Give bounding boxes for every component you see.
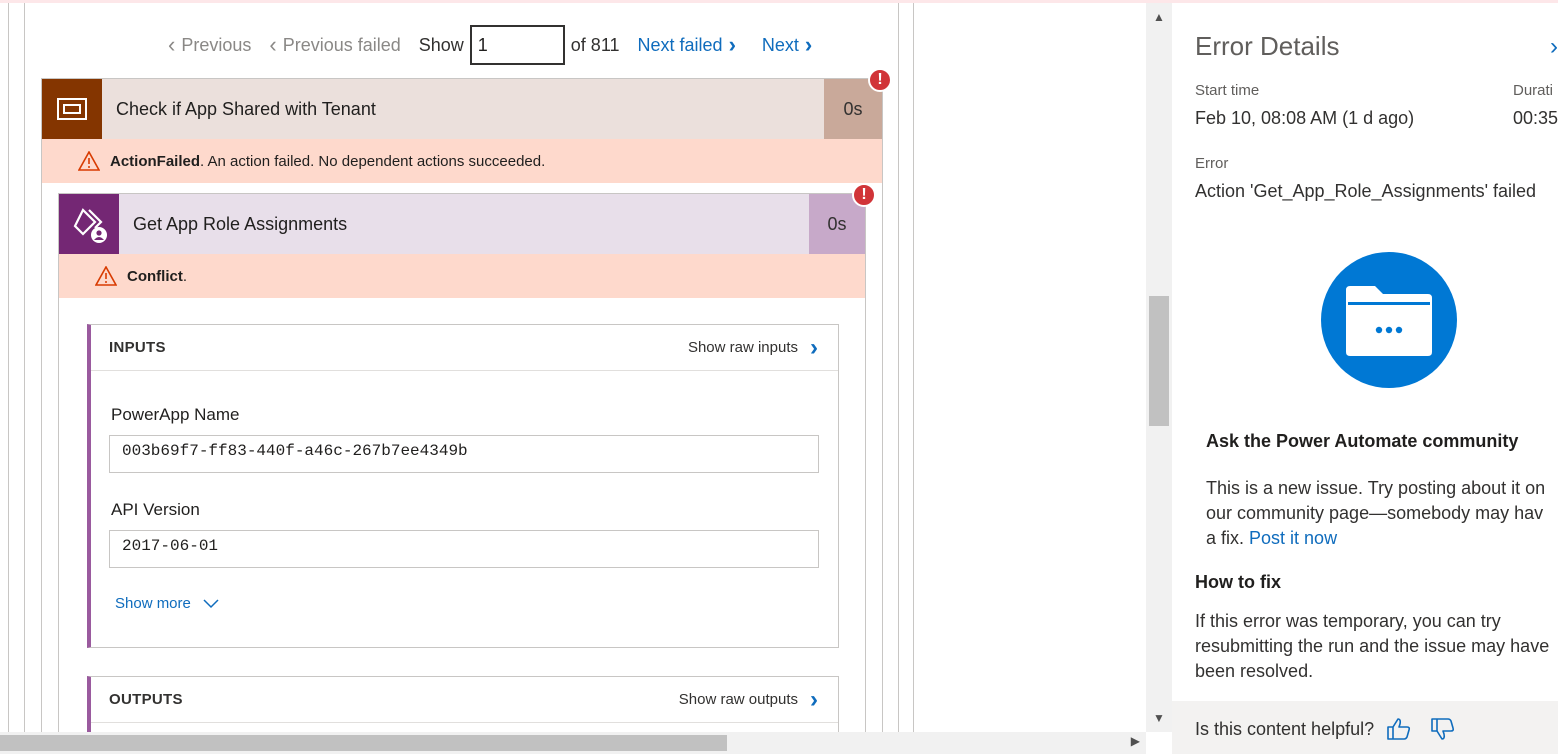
action-card-get-app-role-assignments: Get App Role Assignments 0s ! Conflict. … [58,183,876,732]
feedback-bar: Is this content helpful? [1172,701,1558,754]
error-code: Conflict [127,267,183,285]
divider [898,3,899,732]
powerapp-name-value[interactable]: 003b69f7-ff83-440f-a46c-267b7ee4349b [109,435,819,473]
error-badge-icon: ! [868,68,892,92]
outputs-title: OUTPUTS [109,691,183,708]
duration-label: Durati [1513,82,1554,99]
chevron-right-icon: › [804,32,813,57]
horizontal-scrollbar[interactable]: ▶ [0,732,1146,754]
scroll-right-icon[interactable]: ▶ [1131,734,1140,748]
next-failed-button[interactable]: Next failed › [638,34,736,56]
thumbs-down-icon[interactable] [1430,717,1456,741]
inputs-title: INPUTS [109,339,166,356]
action-title: Check if App Shared with Tenant [116,98,376,119]
start-time-label: Start time [1195,82,1260,99]
action-title: Get App Role Assignments [133,213,348,234]
panel-title: Error Details [1195,31,1340,61]
thumbs-up-icon[interactable] [1386,717,1412,741]
chevron-right-icon[interactable]: › [1550,33,1558,61]
scrollbar-thumb[interactable] [0,735,727,751]
error-details-panel: Error Details › Start time Durati Feb 10… [1172,3,1558,754]
show-raw-inputs-button[interactable]: Show raw inputs › [688,333,818,361]
error-banner: ActionFailed. An action failed. No depen… [42,139,882,183]
action-header[interactable]: Get App Role Assignments 0s [59,194,865,254]
chevron-left-icon: ‹ [269,32,277,57]
start-time-value: Feb 10, 08:08 AM (1 d ago) [1195,108,1415,128]
duration-value: 00:35 [1513,108,1558,128]
warning-icon [78,151,100,171]
scroll-up-icon[interactable]: ▲ [1146,6,1172,28]
field-label: PowerApp Name [111,405,240,424]
next-button[interactable]: Next › [762,34,812,56]
divider [24,3,25,732]
show-more-link[interactable]: Show more [115,595,219,612]
scroll-down-icon[interactable]: ▼ [1146,707,1172,729]
scrollbar-thumb[interactable] [1149,296,1169,426]
show-raw-outputs-button[interactable]: Show raw outputs › [679,685,818,713]
scope-icon [42,79,102,139]
previous-button[interactable]: ‹ Previous [168,34,251,56]
inputs-section: INPUTS Show raw inputs › PowerApp Name 0… [87,324,839,648]
error-label: Error [1195,155,1229,172]
folder-icon [1321,252,1457,388]
total-count: of 811 [570,34,620,55]
error-code: ActionFailed [110,152,201,170]
how-to-fix-heading: How to fix [1195,572,1281,592]
how-to-fix-text: If this error was temporary, you can try… [1195,611,1550,681]
divider [913,3,914,732]
error-message: . An action failed. No dependent actions… [200,152,546,170]
chevron-right-icon: › [810,333,818,361]
helpful-question: Is this content helpful? [1195,718,1375,739]
community-heading: Ask the Power Automate community [1206,431,1519,451]
chevron-right-icon: › [728,32,736,57]
chevron-left-icon: ‹ [168,32,176,57]
outputs-section: OUTPUTS Show raw outputs › [87,676,839,732]
page-input[interactable] [469,25,565,65]
api-version-value[interactable]: 2017-06-01 [109,530,819,568]
vertical-scrollbar[interactable]: ▲ ▼ [1146,3,1172,732]
run-navigation: ‹ Previous ‹ Previous failed Show of 811… [168,25,838,65]
show-label: Show [418,34,464,55]
inputs-header: INPUTS Show raw inputs › [91,325,838,371]
action-header[interactable]: Check if App Shared with Tenant 0s [42,79,882,139]
community-text: This is a new issue. Try posting about i… [1206,478,1546,548]
outputs-header: OUTPUTS Show raw outputs › [91,677,838,723]
error-badge-icon: ! [852,183,876,207]
action-card-scope: Check if App Shared with Tenant 0s ! Act… [41,68,892,732]
warning-icon [95,266,117,286]
field-label: API Version [111,500,200,519]
powerapps-admin-icon [59,194,119,254]
divider [8,3,9,732]
run-canvas: ‹ Previous ‹ Previous failed Show of 811… [0,3,1146,732]
previous-failed-button[interactable]: ‹ Previous failed [269,34,400,56]
error-banner: Conflict. [59,254,865,298]
error-value: Action 'Get_App_Role_Assignments' failed [1195,181,1537,201]
post-it-now-link[interactable]: Post it now [1249,528,1337,548]
chevron-right-icon: › [810,685,818,713]
chevron-down-icon [203,598,219,608]
